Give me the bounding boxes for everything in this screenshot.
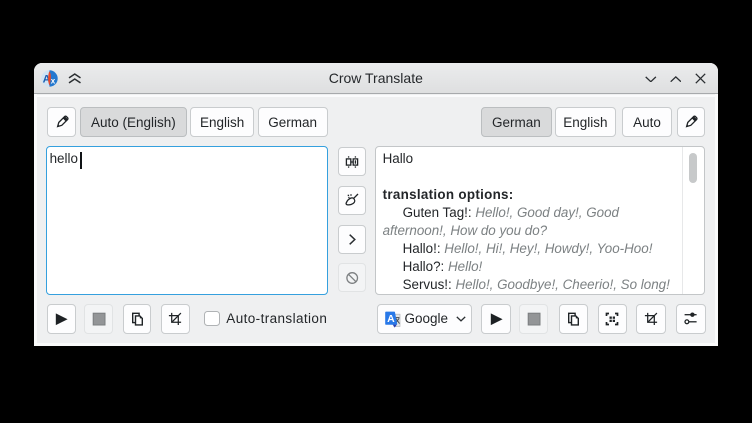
svg-text:A: A (387, 313, 395, 325)
svg-text:x: x (51, 77, 56, 86)
